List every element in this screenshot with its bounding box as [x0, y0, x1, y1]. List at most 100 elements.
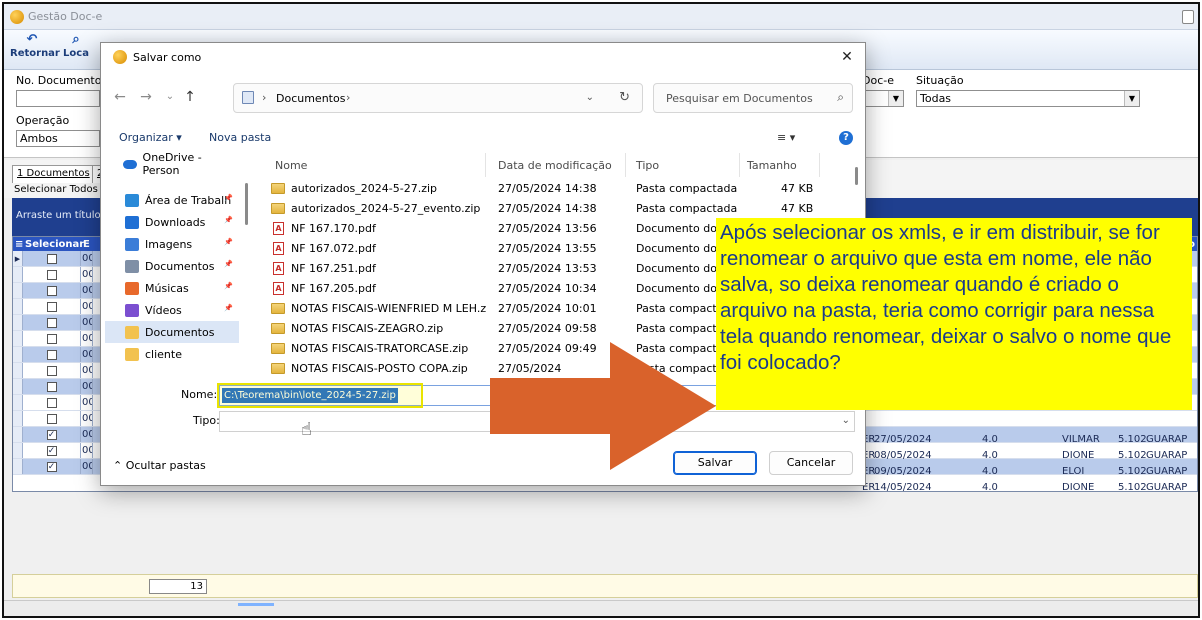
record-person-cell: ELOI	[1062, 466, 1085, 477]
row-indicator	[13, 331, 23, 346]
row-checkbox[interactable]: ✓	[46, 445, 57, 456]
operacao-select[interactable]: Ambos	[16, 130, 100, 147]
row-e-cell: 00	[81, 315, 93, 330]
nav-item-downloads[interactable]: Downloads 📌	[105, 211, 239, 233]
col-size-header[interactable]: Tamanho	[747, 159, 797, 172]
col-e[interactable]: E	[83, 239, 95, 250]
nav-scrollbar[interactable]	[245, 183, 248, 225]
file-name: NF 167.072.pdf	[291, 242, 376, 255]
row-e-cell: 00	[81, 363, 93, 378]
row-checkbox[interactable]	[46, 269, 57, 280]
row-checkbox[interactable]	[46, 381, 57, 392]
record-date-cell: 27/05/2024	[874, 434, 932, 445]
view-options-icon[interactable]: ≡ ▾	[777, 131, 795, 144]
pin-icon: 📌	[224, 304, 233, 312]
file-date: 27/05/2024 14:38	[498, 202, 597, 215]
forward-arrow-icon[interactable]: →	[137, 88, 155, 106]
row-checkbox[interactable]	[46, 333, 57, 344]
address-location[interactable]: Documentos	[276, 92, 345, 105]
hide-folders-toggle[interactable]: ⌃ Ocultar pastas	[113, 459, 206, 472]
close-icon[interactable]: ✕	[837, 47, 857, 67]
col-type-header[interactable]: Tipo	[636, 159, 659, 172]
nav-item-cliente[interactable]: cliente	[105, 343, 239, 365]
file-date: 27/05/2024 09:58	[498, 322, 597, 335]
row-indicator	[13, 379, 23, 394]
tab-documentos[interactable]: 1 Documentos	[12, 165, 95, 183]
nova-pasta-button[interactable]: Nova pasta	[209, 131, 271, 144]
pin-icon: 📌	[224, 216, 233, 224]
row-select-cell	[23, 363, 81, 378]
nav-item-m-sicas[interactable]: Músicas 📌	[105, 277, 239, 299]
nav-item-label: Downloads	[145, 215, 206, 229]
col-date-header[interactable]: Data de modificação	[498, 159, 612, 172]
row-checkbox[interactable]	[46, 349, 57, 360]
row-e-cell: 00	[81, 283, 93, 298]
row-select-cell	[23, 267, 81, 282]
doc-e-select[interactable]: ▼	[862, 90, 904, 107]
row-indicator	[13, 395, 23, 410]
chevron-down-icon: ⌄	[841, 415, 850, 426]
operacao-value: Ambos	[20, 132, 58, 145]
row-checkbox[interactable]	[46, 301, 57, 312]
nav-item-v-deos[interactable]: Vídeos 📌	[105, 299, 239, 321]
row-indicator	[13, 347, 23, 362]
search-input[interactable]: Pesquisar em Documentos ⌕	[653, 83, 853, 113]
chevron-down-icon: ▼	[1124, 91, 1139, 106]
app-logo-icon	[10, 9, 24, 24]
file-row[interactable]: autorizados_2024-5-27.zip 27/05/2024 14:3…	[251, 179, 857, 199]
row-checkbox[interactable]	[46, 253, 57, 264]
row-checkbox[interactable]	[46, 285, 57, 296]
row-checkbox[interactable]: ✓	[46, 429, 57, 440]
annotation-arrow-icon	[490, 342, 716, 470]
file-list-scrollbar[interactable]	[855, 167, 858, 185]
cloud-icon	[123, 159, 137, 169]
refresh-icon[interactable]: ↻	[619, 90, 630, 105]
row-checkbox[interactable]	[46, 413, 57, 424]
column-chooser-icon[interactable]: ≡	[13, 239, 25, 250]
row-e-cell: 00	[81, 443, 93, 458]
row-e-cell: 00	[81, 427, 93, 442]
row-indicator	[13, 363, 23, 378]
row-checkbox[interactable]	[46, 317, 57, 328]
image-icon	[125, 237, 139, 251]
return-icon: ↶	[26, 32, 38, 47]
help-icon[interactable]: ?	[839, 131, 853, 145]
pin-icon: 📌	[224, 238, 233, 246]
row-checkbox[interactable]	[46, 365, 57, 376]
doc-e-label: Doc-e	[862, 74, 894, 87]
row-indicator	[13, 283, 23, 298]
nav-item-onedrive-person[interactable]: OneDrive - Person	[105, 153, 239, 177]
nav-item-imagens[interactable]: Imagens 📌	[105, 233, 239, 255]
select-all-link[interactable]: Selecionar Todos	[14, 184, 98, 195]
hide-folders-label: Ocultar pastas	[125, 459, 206, 472]
chevron-down-icon[interactable]: ⌄	[586, 92, 594, 103]
chevron-down-icon[interactable]: ⌄	[161, 88, 179, 106]
row-select-cell: ✓	[23, 443, 81, 458]
file-row[interactable]: autorizados_2024-5-27_evento.zip 27/05/20…	[251, 199, 857, 219]
no-documento-input[interactable]	[16, 90, 100, 107]
row-checkbox[interactable]: ✓	[46, 461, 57, 472]
nav-item-documentos[interactable]: Documentos	[105, 321, 239, 343]
zip-folder-icon	[271, 323, 285, 334]
row-indicator	[13, 411, 23, 426]
row-checkbox[interactable]	[46, 397, 57, 408]
col-name-header[interactable]: Nome	[275, 159, 307, 172]
organizar-button[interactable]: Organizar ▾	[119, 131, 182, 144]
row-select-cell	[23, 379, 81, 394]
row-select-cell	[23, 283, 81, 298]
col-selecionar[interactable]: Selecionar	[25, 239, 84, 250]
localizar-button[interactable]: ⌕ Loca	[56, 32, 96, 59]
cancel-button[interactable]: Cancelar	[769, 451, 853, 475]
back-arrow-icon[interactable]: ←	[111, 88, 129, 106]
situacao-select[interactable]: Todas ▼	[916, 90, 1140, 107]
up-arrow-icon[interactable]: ↑	[181, 88, 199, 106]
window-control-icon[interactable]	[1182, 10, 1194, 24]
column-divider	[819, 153, 820, 177]
row-select-cell	[23, 395, 81, 410]
nav-item-label: Área de Trabalh	[145, 193, 232, 207]
address-bar[interactable]: › Documentos › ⌄ ↻	[233, 83, 643, 113]
nav-item-documentos[interactable]: Documentos 📌	[105, 255, 239, 277]
nav-item--rea-de-trabalh[interactable]: Área de Trabalh 📌	[105, 189, 239, 211]
pdf-file-icon: A	[273, 242, 284, 255]
retornar-button[interactable]: ↶ Retornar	[10, 32, 60, 59]
